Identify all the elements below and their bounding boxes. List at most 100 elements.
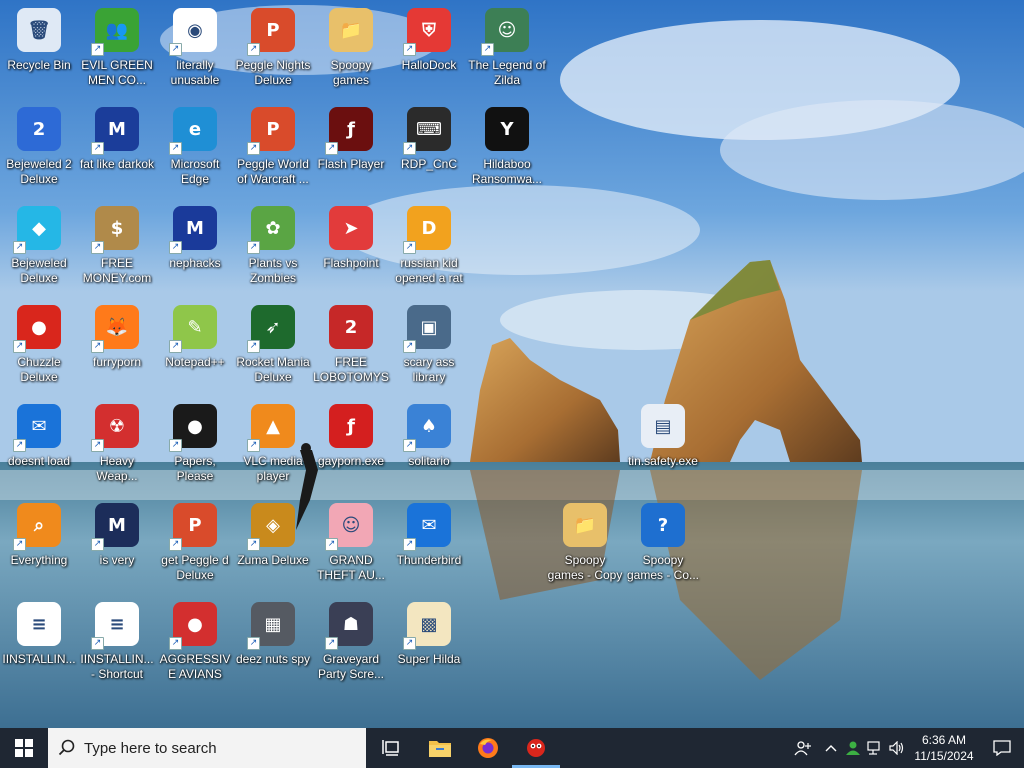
flash-exe-icon: ƒ	[327, 402, 375, 450]
mpl-icon: M ↗	[91, 105, 141, 155]
desktop-icon-label: Plants vs Zombies	[248, 256, 298, 285]
solitaire-icon: ♠ ↗	[403, 402, 453, 452]
user-status-icon[interactable]	[842, 728, 864, 768]
desktop-icon-label: Flash Player	[317, 157, 385, 171]
desktop-icon[interactable]: 👥 ↗ EVIL GREEN MEN CO...	[78, 0, 156, 94]
desktop-icon[interactable]: ☺ ↗ GRAND THEFT AU...	[312, 495, 390, 589]
shortcut-arrow-icon: ↗	[91, 637, 104, 650]
shortcut-arrow-icon: ↗	[247, 538, 260, 551]
desktop-icon[interactable]: ● ↗ AGGRESSIVE AVIANS	[156, 594, 234, 688]
desktop-icon[interactable]: ▲ ↗ VLC media player	[234, 396, 312, 490]
desktop-icon[interactable]: $ ↗ FREE MONEY.com	[78, 198, 156, 292]
chevron-up-icon[interactable]	[820, 728, 842, 768]
action-center-button[interactable]	[980, 728, 1024, 768]
desktop-icon[interactable]: 📁 Spoopy games	[312, 0, 390, 94]
desktop-icon[interactable]: D ↗ russian kid opened a rat	[390, 198, 468, 292]
papers-please-icon: ● ↗	[169, 402, 219, 452]
library-icon: ▣ ↗	[403, 303, 453, 353]
icon-glyph: 📁	[329, 8, 373, 52]
desktop-icon-label: gayporn.exe	[317, 454, 385, 468]
desktop-icon[interactable]: 2 Bejeweled 2 Deluxe	[0, 99, 78, 193]
peggle-wow-icon: P ↗	[247, 105, 297, 155]
desktop-icon[interactable]: M ↗ is very	[78, 495, 156, 589]
stack-icon: ▦ ↗	[247, 600, 297, 650]
desktop-icon-label: HalloDock	[401, 58, 457, 72]
desktop-icon[interactable]: M ↗ fat like darkok	[78, 99, 156, 193]
chuzzle-taskbar-button[interactable]	[512, 728, 560, 768]
desktop-icon[interactable]: ▣ ↗ scary ass library	[390, 297, 468, 391]
desktop-icon-label: scary ass library	[403, 355, 455, 384]
desktop-icon[interactable]: ƒ gayporn.exe	[312, 396, 390, 490]
desktop-icon[interactable]: P ↗ Peggle World of Warcraft ...	[234, 99, 312, 193]
desktop-icon[interactable]: ➶ ↗ Rocket Mania Deluxe	[234, 297, 312, 391]
desktop-icon[interactable]: 🦊 ↗ furryporn	[78, 297, 156, 391]
desktop-icon[interactable]: M ↗ nephacks	[156, 198, 234, 292]
desktop-icon[interactable]: 2 FREE LOBOTOMYS	[312, 297, 390, 391]
desktop-icon-label: literally unusable	[170, 58, 220, 87]
desktop-icon[interactable]: ⛨ ↗ HalloDock	[390, 0, 468, 94]
desktop-icon[interactable]: ≡ IINSTALLIN...	[0, 594, 78, 688]
task-view-button[interactable]	[368, 728, 416, 768]
desktop-icon[interactable]: ⌕ ↗ Everything	[0, 495, 78, 589]
network-icon[interactable]	[864, 728, 886, 768]
desktop-icon[interactable]: ✎ ↗ Notepad++	[156, 297, 234, 391]
icon-glyph: 🗑	[17, 8, 61, 52]
task-view-icon	[382, 740, 399, 756]
clock-time: 6:36 AM	[921, 733, 967, 747]
desktop-icon[interactable]: ? Spoopy games - Co...	[624, 495, 702, 589]
unknown-file-icon: ?	[639, 501, 687, 549]
desktop-icon[interactable]: ◆ ↗ Bejeweled Deluxe	[0, 198, 78, 292]
shortcut-arrow-icon: ↗	[247, 142, 260, 155]
desktop-icon-label: Everything	[10, 553, 68, 567]
desktop-icon-label: Spoopy games	[330, 58, 372, 87]
desktop-icon[interactable]: ➤ Flashpoint	[312, 198, 390, 292]
folder-copy-icon: 📁	[561, 501, 609, 549]
desktop-icon[interactable]: ● ↗ Chuzzle Deluxe	[0, 297, 78, 391]
desktop-icon[interactable]: P ↗ Peggle Nights Deluxe	[234, 0, 312, 94]
desktop-icon[interactable]: ✿ ↗ Plants vs Zombies	[234, 198, 312, 292]
desktop-icon[interactable]: ☗ ↗ Graveyard Party Scre...	[312, 594, 390, 688]
desktop-icon-label: Super Hilda	[397, 652, 461, 666]
de-icon: D ↗	[403, 204, 453, 254]
shortcut-arrow-icon: ↗	[403, 637, 416, 650]
desktop-icon[interactable]: ☺ ↗ The Legend of Zilda	[468, 0, 546, 94]
desktop-icon[interactable]: ▩ ↗ Super Hilda	[390, 594, 468, 688]
desktop-icon[interactable]: 📁 Spoopy games - Copy	[546, 495, 624, 589]
desktop-icon[interactable]: ⌨ ↗ RDP_CnC	[390, 99, 468, 193]
desktop-icon[interactable]: ≡ ↗ IINSTALLIN... - Shortcut	[78, 594, 156, 688]
desktop-icon[interactable]: ▤ tin.safety.exe	[624, 396, 702, 490]
desktop-icon[interactable]: ☢ ↗ Heavy Weap...	[78, 396, 156, 490]
anime-girl-icon: ☺ ↗	[325, 501, 375, 551]
shortcut-arrow-icon: ↗	[247, 241, 260, 254]
desktop-icon[interactable]: ƒ ↗ Flash Player	[312, 99, 390, 193]
desktop-icon[interactable]: ✉ ↗ Thunderbird	[390, 495, 468, 589]
shortcut-arrow-icon: ↗	[247, 439, 260, 452]
desktop-icon-label: EVIL GREEN MEN CO...	[81, 58, 153, 87]
taskbar-search-box[interactable]: Type here to search	[48, 728, 366, 768]
desktop-icon[interactable]: P ↗ get Peggle d Deluxe	[156, 495, 234, 589]
desktop-icon[interactable]: ▦ ↗ deez nuts spy	[234, 594, 312, 688]
people-icon[interactable]	[786, 728, 820, 768]
desktop-icon-label: GRAND THEFT AU...	[317, 553, 385, 582]
desktop-icon[interactable]: ◈ ↗ Zuma Deluxe	[234, 495, 312, 589]
desktop-icon-label: Peggle World of Warcraft ...	[237, 157, 309, 186]
everything-search-icon: ⌕ ↗	[13, 501, 63, 551]
firefox-taskbar-button[interactable]	[464, 728, 512, 768]
desktop-icon-label: IINSTALLIN...	[2, 652, 76, 666]
start-button[interactable]	[0, 728, 48, 768]
desktop-icon[interactable]: ♠ ↗ solitario	[390, 396, 468, 490]
file-explorer-button[interactable]	[416, 728, 464, 768]
shortcut-arrow-icon: ↗	[403, 538, 416, 551]
desktop-icon[interactable]: ● ↗ Papers, Please	[156, 396, 234, 490]
taskbar-clock[interactable]: 6:36 AM 11/15/2024	[908, 732, 980, 764]
volume-icon[interactable]	[886, 728, 908, 768]
desktop-icon[interactable]: Y Hildaboo Ransomwa...	[468, 99, 546, 193]
desktop-icon[interactable]: 🗑 Recycle Bin	[0, 0, 78, 94]
desktop-icon[interactable]: ◉ ↗ literally unusable	[156, 0, 234, 94]
desktop-icon[interactable]: e ↗ Microsoft Edge	[156, 99, 234, 193]
shortcut-arrow-icon: ↗	[403, 43, 416, 56]
desktop-icon[interactable]: ✉ ↗ doesnt load	[0, 396, 78, 490]
desktop-icon-label: get Peggle d Deluxe	[161, 553, 229, 582]
text-shortcut-icon: ≡ ↗	[91, 600, 141, 650]
desktop-icon-label: Bejeweled Deluxe	[11, 256, 67, 285]
